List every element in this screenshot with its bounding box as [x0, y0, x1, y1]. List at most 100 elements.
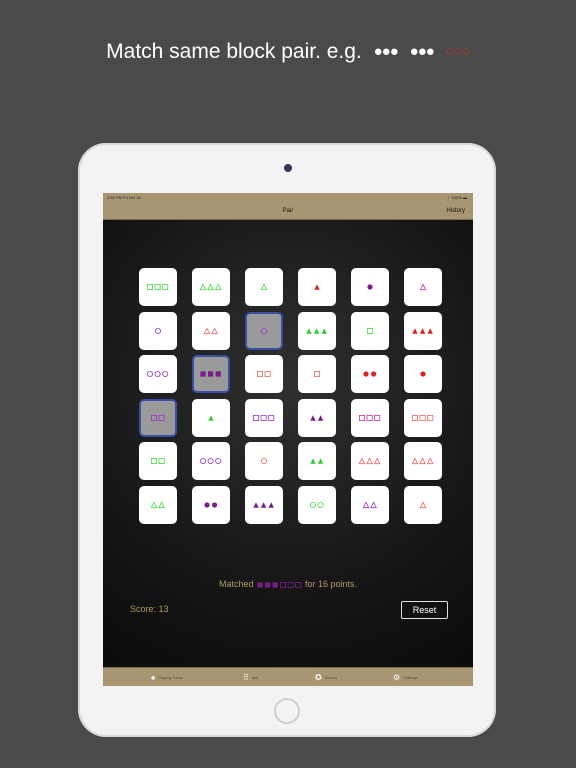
gear-icon: ⚙: [393, 672, 401, 682]
square-mark: [151, 457, 158, 464]
square-glyph: [200, 371, 222, 377]
block-card[interactable]: [192, 311, 230, 350]
triangle-mark: [310, 458, 316, 464]
square-mark: [359, 414, 366, 421]
block-card[interactable]: [245, 442, 283, 480]
square-mark: [200, 371, 207, 377]
triangle-mark: [268, 501, 275, 508]
status-time: 2:53 PM Fri Oct 16: [107, 195, 141, 200]
block-card-selected[interactable]: [139, 398, 177, 437]
block-card[interactable]: [298, 311, 336, 350]
tab-bar: ♠ Playing Cards ⠿ pair ✪ Scores ⚙ Settings: [103, 667, 473, 686]
square-mark: [147, 283, 154, 290]
triangle-mark: [314, 284, 320, 290]
tab-playing-cards[interactable]: ♠ Playing Cards: [151, 668, 183, 686]
tab-settings[interactable]: ⚙ Settings: [393, 668, 418, 686]
block-card[interactable]: [298, 398, 336, 437]
block-card[interactable]: [245, 485, 283, 524]
square-mark: [158, 414, 165, 421]
block-card[interactable]: [351, 398, 389, 437]
tab-label: Scores: [324, 675, 338, 680]
triangle-mark: [318, 458, 324, 464]
example-outline-circles: ○○○: [445, 43, 471, 60]
triangle-mark: [310, 414, 316, 421]
card-grid: [139, 268, 443, 524]
block-card[interactable]: [139, 355, 177, 393]
block-card-selected[interactable]: [245, 311, 283, 350]
triangle-mark: [150, 500, 158, 508]
block-card[interactable]: [351, 442, 389, 480]
block-card[interactable]: [298, 485, 336, 524]
square-mark: [151, 414, 158, 421]
triangle-mark: [203, 326, 211, 334]
triangle-mark: [253, 501, 260, 508]
square-mark: [253, 414, 260, 421]
triangle-mark: [427, 457, 434, 465]
block-card[interactable]: [298, 355, 336, 393]
triangle-mark: [261, 501, 267, 508]
triangle-glyph: [412, 457, 434, 465]
block-card[interactable]: [139, 268, 177, 306]
block-card[interactable]: [351, 355, 389, 393]
tab-scores[interactable]: ✪ Scores: [315, 668, 337, 686]
example-solid-circles-b: ●●●: [409, 43, 435, 60]
square-glyph: [151, 457, 165, 464]
block-card[interactable]: [404, 398, 442, 437]
block-card-selected[interactable]: [192, 355, 230, 393]
home-button[interactable]: [274, 698, 300, 724]
block-card[interactable]: [139, 442, 177, 480]
triangle-glyph: [306, 327, 328, 334]
example-solid-circles-a: ●●●: [373, 43, 399, 60]
block-card[interactable]: [139, 485, 177, 524]
block-card[interactable]: [404, 355, 442, 393]
block-card[interactable]: [404, 485, 442, 524]
triangle-mark: [419, 500, 427, 508]
triangle-glyph: [208, 414, 214, 421]
triangle-glyph: [412, 327, 434, 334]
square-glyph: [147, 283, 169, 290]
block-card[interactable]: [192, 442, 230, 480]
square-glyph: [257, 582, 278, 588]
block-card[interactable]: [404, 311, 442, 350]
circle-mark: [147, 371, 154, 377]
square-mark: [155, 283, 162, 290]
tab-pair[interactable]: ⠿ pair: [243, 668, 259, 686]
block-card[interactable]: [298, 268, 336, 306]
circle-glyph: [363, 371, 377, 377]
block-card[interactable]: [404, 442, 442, 480]
block-card[interactable]: [245, 355, 283, 393]
block-card[interactable]: [351, 268, 389, 306]
circle-mark: [208, 458, 215, 464]
block-card[interactable]: [192, 485, 230, 524]
block-card[interactable]: [298, 442, 336, 480]
block-card[interactable]: [351, 311, 389, 350]
block-card[interactable]: [245, 268, 283, 306]
square-glyph: [359, 414, 381, 421]
triangle-glyph: [362, 500, 378, 508]
square-mark: [162, 283, 169, 290]
square-mark: [412, 414, 419, 421]
history-button[interactable]: History: [446, 203, 465, 219]
triangle-mark: [208, 414, 214, 421]
square-mark: [257, 370, 264, 377]
triangle-glyph: [314, 284, 320, 290]
square-mark: [208, 371, 214, 377]
triangle-mark: [412, 457, 419, 465]
circle-mark: [310, 501, 317, 508]
tab-label: pair: [251, 675, 259, 680]
score-label: Score: 13: [130, 604, 169, 614]
block-card[interactable]: [351, 485, 389, 524]
square-mark: [367, 414, 374, 421]
block-card[interactable]: [245, 398, 283, 437]
block-card[interactable]: [192, 398, 230, 437]
circle-glyph: [310, 501, 324, 508]
block-card[interactable]: [192, 268, 230, 306]
matched-glyph-outline: [279, 581, 302, 591]
reset-button[interactable]: Reset: [401, 601, 448, 619]
block-card[interactable]: [404, 268, 442, 306]
tab-label: Playing Cards: [158, 675, 184, 680]
block-card[interactable]: [139, 311, 177, 350]
square-glyph: [257, 370, 271, 377]
triangle-glyph: [253, 501, 275, 508]
square-mark: [264, 370, 271, 377]
